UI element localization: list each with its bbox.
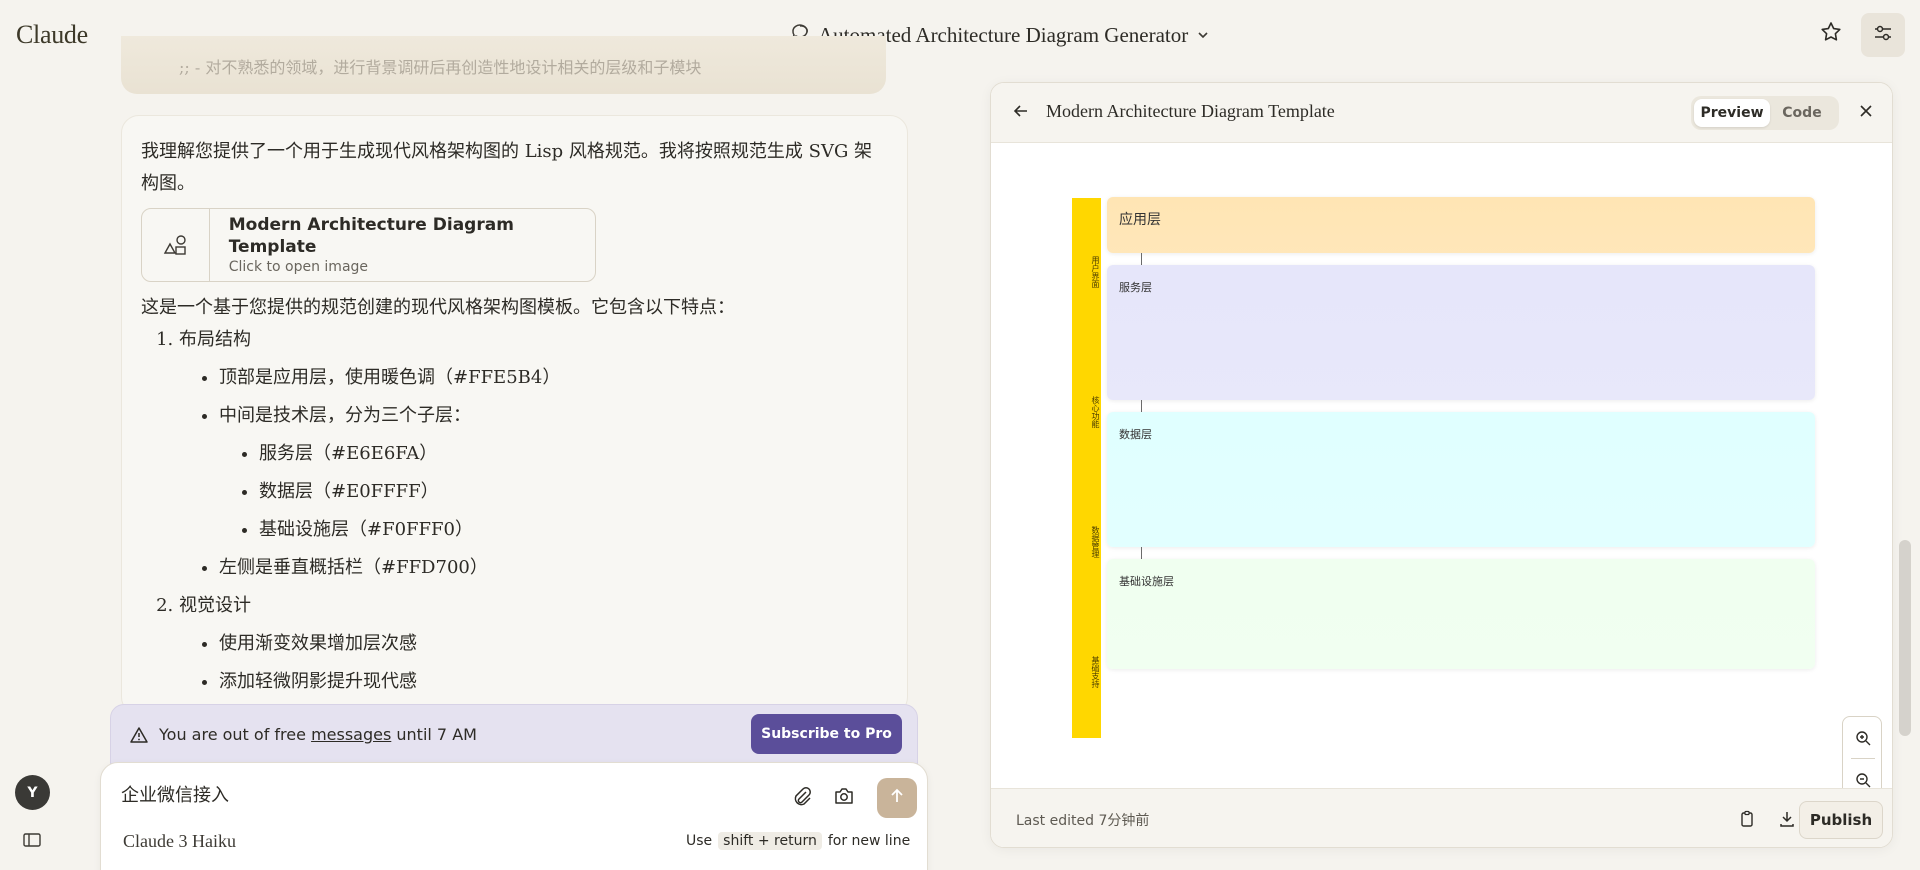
list-item: 布局结构 顶部是应用层，使用暖色调（#FFE5B4） 中间是技术层，分为三个子层… [179,324,881,584]
assistant-message: 我理解您提供了一个用于生成现代风格架构图的 Lisp 风格规范。我将按照规范生成… [121,115,908,715]
star-button[interactable] [1814,17,1848,51]
chevron-down-icon [1196,23,1210,48]
artifact-title: Modern Architecture Diagram Template [1046,101,1335,121]
sliders-icon [1872,22,1894,48]
hint-text: for new line [827,833,911,849]
message-composer: Claude 3 Haiku Use shift + return for ne… [100,762,928,870]
feature-title: 视觉设计 [179,595,251,616]
artifact-card-subtitle: Click to open image [228,259,369,275]
sidebar-toggle-button[interactable] [22,830,44,852]
messages-link[interactable]: messages [311,725,391,744]
artifact-panel-header: Modern Architecture Diagram Template Pre… [991,83,1892,143]
layer-connector [1141,547,1142,559]
paperclip-icon[interactable] [791,785,817,811]
hint-keys: shift + return [718,832,822,850]
arrow-left-icon[interactable] [1011,101,1035,125]
previous-message-text: ;; - 对不熟悉的领域，进行背景调研后再创造性地设计相关的层级和子模块 [179,58,702,77]
sidebar-label: 基础支持 [1091,656,1100,688]
sidebar-icon [22,833,42,854]
list-item-text: 中间是技术层，分为三个子层： [219,405,471,426]
list-item: 服务层（#E6E6FA） [259,438,881,470]
newline-hint: Use shift + return for new line [686,832,910,850]
feature-title: 布局结构 [179,329,251,350]
send-button[interactable] [877,778,917,818]
limit-message: You are out of free messages until 7 AM [159,725,477,744]
artifact-card-title: Modern Architecture Diagram Template [228,215,514,257]
list-item: 视觉设计 使用渐变效果增加层次感 添加轻微阴影提升现代感 [179,590,881,698]
list-item: 顶部是应用层，使用暖色调（#FFE5B4） [219,362,881,394]
hint-text: Use [686,833,713,849]
artifact-card[interactable]: Modern Architecture Diagram Template Cli… [141,208,596,282]
layer-application: 应用层 [1107,197,1815,253]
subscribe-pro-button[interactable]: Subscribe to Pro [751,714,902,754]
warning-icon [129,725,149,745]
layer-service: 服务层 [1107,265,1815,400]
arrow-up-icon [888,787,906,809]
download-icon[interactable] [1777,809,1799,831]
list-item: 中间是技术层，分为三个子层： 服务层（#E6E6FA） 数据层（#E0FFFF）… [219,400,881,546]
camera-icon[interactable] [833,785,859,811]
clipboard-icon[interactable] [1737,809,1759,831]
model-selector[interactable]: Claude 3 Haiku [123,831,236,852]
view-toggle: Preview Code [1691,96,1839,130]
tab-code[interactable]: Code [1770,99,1834,127]
usage-limit-banner: You are out of free messages until 7 AM … [110,704,918,764]
close-icon[interactable] [1857,102,1879,124]
diagram-preview: 用户界面 核心功能 数据管理 基础支持 应用层 服务层 数据层 基础设施层 [991,143,1892,841]
publish-button[interactable]: Publish [1799,801,1883,839]
app-logo[interactable]: Claude [16,20,88,50]
message-intro: 我理解您提供了一个用于生成现代风格架构图的 Lisp 风格规范。我将按照规范生成… [141,141,873,194]
list-item: 基础设施层（#F0FFF0） [259,514,881,546]
list-item: 数据层（#E0FFFF） [259,476,881,508]
scrollbar[interactable] [1899,540,1911,736]
layer-label: 基础设施层 [1119,575,1174,588]
layer-label: 应用层 [1119,212,1161,228]
layer-data: 数据层 [1107,412,1815,547]
layer-connector [1141,253,1142,265]
feature-list: 布局结构 顶部是应用层，使用暖色调（#FFE5B4） 中间是技术层，分为三个子层… [161,324,881,698]
limit-text-after: until 7 AM [391,725,477,744]
list-item: 左侧是垂直概括栏（#FFD700） [219,552,881,584]
sidebar-label: 核心功能 [1091,396,1100,428]
zoom-in-icon[interactable] [1843,717,1883,758]
layer-label: 数据层 [1119,428,1152,441]
list-item: 添加轻微阴影提升现代感 [219,666,881,698]
summary-sidebar: 用户界面 核心功能 数据管理 基础支持 [1072,198,1101,738]
message-summary: 这是一个基于您提供的规范创建的现代风格架构图模板。它包含以下特点： [141,297,735,318]
star-icon [1819,20,1843,48]
layer-infrastructure: 基础设施层 [1107,559,1815,669]
sidebar-label: 数据管理 [1091,526,1100,558]
last-edited-text: Last edited 7分钟前 [1016,813,1150,829]
limit-text-before: You are out of free [159,725,312,744]
shapes-icon [142,209,210,281]
settings-button[interactable] [1861,13,1905,57]
layer-connector [1141,400,1142,412]
user-avatar[interactable]: Y [15,775,50,810]
tab-preview[interactable]: Preview [1694,99,1770,127]
artifact-panel-footer: Last edited 7分钟前 Publish [991,788,1892,847]
artifact-panel: Modern Architecture Diagram Template Pre… [990,82,1893,848]
sidebar-label: 用户界面 [1091,256,1100,288]
list-item: 使用渐变效果增加层次感 [219,628,881,660]
message-input[interactable] [121,783,721,804]
previous-user-message: ;; - 对不熟悉的领域，进行背景调研后再创造性地设计相关的层级和子模块 [121,36,886,94]
layer-label: 服务层 [1119,281,1152,294]
